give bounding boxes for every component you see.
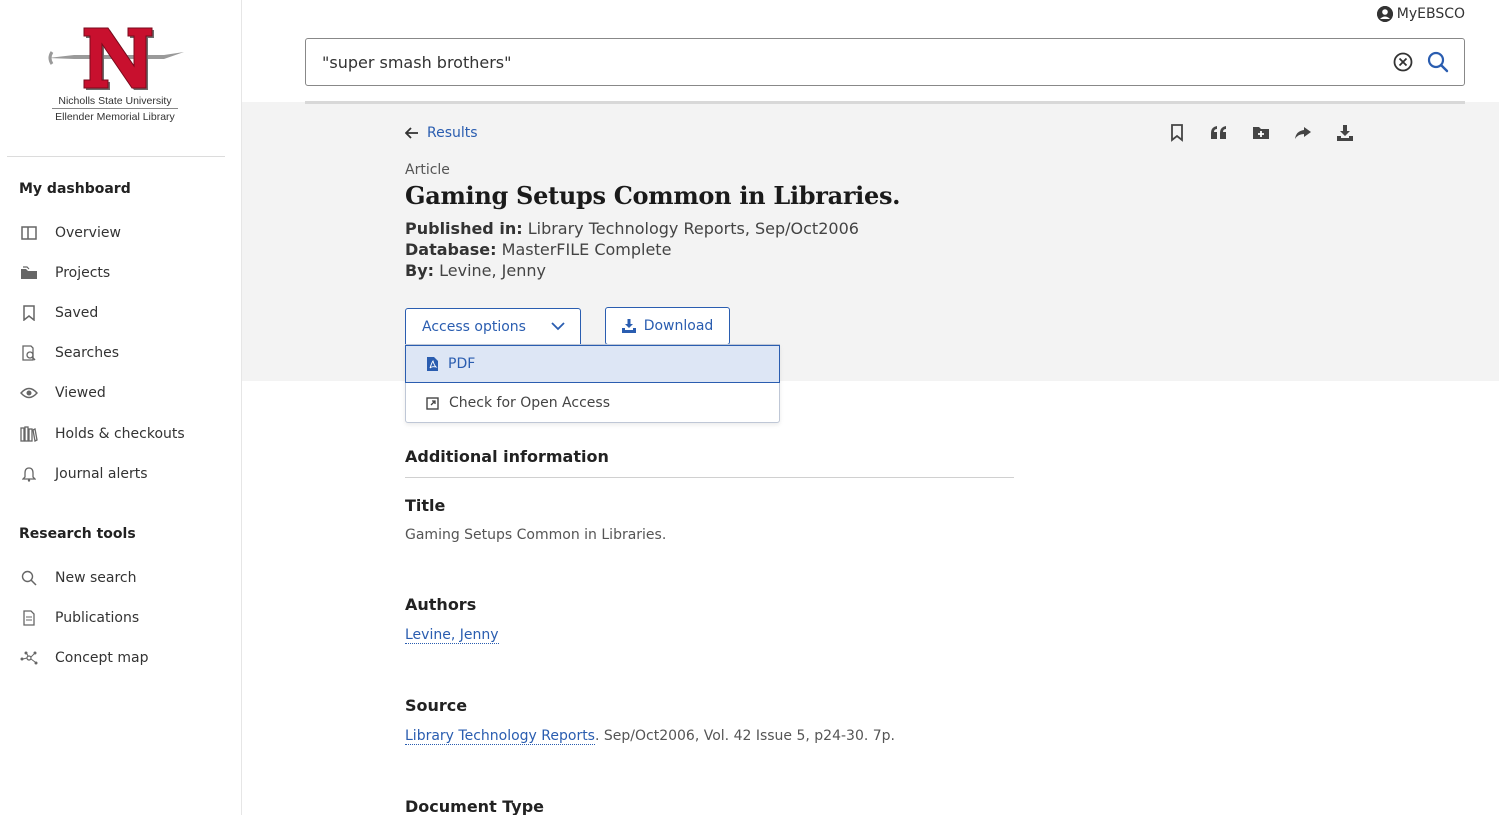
article-title: Gaming Setups Common in Libraries. — [405, 181, 901, 210]
concept-map-icon — [19, 649, 39, 667]
database-value: MasterFILE Complete — [501, 240, 672, 259]
myebsco-account-link[interactable]: MyEBSCO — [1376, 6, 1465, 22]
article-type: Article — [405, 162, 450, 178]
published-label: Published in: — [405, 219, 523, 238]
menu-item-label: PDF — [448, 356, 476, 372]
sidebar-item-label: Publications — [55, 610, 140, 626]
logo-university: Nicholls State University — [58, 95, 172, 107]
nicholls-n-logo-icon — [48, 27, 184, 90]
back-to-results-link[interactable]: Results — [405, 125, 478, 141]
title-field-value: Gaming Setups Common in Libraries. — [405, 527, 667, 543]
search-bar — [305, 38, 1465, 86]
by-value: Levine, Jenny — [439, 261, 546, 280]
menu-item-open-access[interactable]: Check for Open Access — [406, 384, 779, 422]
back-label: Results — [427, 125, 478, 141]
close-circle-icon — [1393, 52, 1413, 72]
download-icon — [1337, 125, 1353, 141]
sidebar-item-journal-alerts[interactable]: Journal alerts — [19, 459, 229, 489]
sidebar-item-saved[interactable]: Saved — [19, 298, 229, 328]
search-history-icon — [19, 344, 39, 362]
sidebar-item-searches[interactable]: Searches — [19, 338, 229, 368]
search-input[interactable] — [306, 40, 1392, 84]
by-line: By: Levine, Jenny — [405, 261, 546, 280]
source-field-label: Source — [405, 696, 468, 715]
save-bookmark-button[interactable] — [1166, 122, 1188, 144]
bookmark-icon — [1171, 124, 1183, 142]
access-options-button[interactable]: Access options — [405, 308, 581, 345]
authors-field-label: Authors — [405, 595, 477, 614]
arrow-left-icon — [405, 127, 418, 139]
title-field-label: Title — [405, 496, 446, 515]
bell-icon — [19, 465, 39, 483]
pdf-icon — [427, 357, 438, 371]
logo-rule — [52, 108, 178, 109]
quote-icon — [1211, 126, 1226, 139]
source-publication-link[interactable]: Library Technology Reports — [405, 728, 595, 745]
download-button[interactable]: Download — [605, 307, 730, 345]
access-options-menu: PDF Check for Open Access — [405, 344, 780, 423]
source-field-value: Library Technology Reports. Sep/Oct2006,… — [405, 728, 896, 745]
menu-item-pdf[interactable]: PDF — [405, 345, 780, 383]
published-value: Library Technology Reports, Sep/Oct2006 — [527, 219, 859, 238]
search-icon — [19, 569, 39, 587]
sidebar-item-label: New search — [55, 570, 137, 586]
sidebar-item-label: Concept map — [55, 650, 149, 666]
sidebar-item-viewed[interactable]: Viewed — [19, 378, 229, 408]
sidebar-item-label: Saved — [55, 305, 99, 321]
dashboard-heading: My dashboard — [19, 181, 131, 197]
database-label: Database: — [405, 240, 497, 259]
by-label: By: — [405, 261, 435, 280]
sidebar-item-label: Searches — [55, 345, 120, 361]
sidebar-item-label: Viewed — [55, 385, 106, 401]
sidebar-item-label: Holds & checkouts — [55, 426, 185, 442]
cite-button[interactable] — [1208, 122, 1230, 144]
menu-item-label: Check for Open Access — [449, 395, 610, 411]
add-to-project-button[interactable] — [1250, 122, 1272, 144]
clear-search-button[interactable] — [1392, 51, 1414, 73]
user-avatar-icon — [1376, 6, 1393, 22]
research-tools-heading: Research tools — [19, 526, 136, 542]
eye-icon — [19, 384, 39, 402]
sidebar-item-label: Projects — [55, 265, 111, 281]
external-link-icon — [426, 396, 439, 410]
sidebar-item-publications[interactable]: Publications — [19, 603, 229, 633]
sidebar-item-projects[interactable]: Projects — [19, 258, 229, 288]
author-link[interactable]: Levine, Jenny — [405, 627, 499, 644]
article-toolbar — [1166, 122, 1376, 144]
published-in-line: Published in: Library Technology Reports… — [405, 219, 859, 238]
access-options-label: Access options — [422, 318, 526, 335]
chevron-down-icon — [551, 322, 565, 331]
download-toolbar-button[interactable] — [1334, 122, 1356, 144]
share-button[interactable] — [1292, 122, 1314, 144]
additional-info-heading: Additional information — [405, 447, 609, 466]
band-top-border — [305, 101, 1465, 104]
overview-icon — [19, 224, 39, 242]
sidebar: Nicholls State University Ellender Memor… — [0, 0, 242, 815]
search-submit-button[interactable] — [1426, 50, 1450, 74]
folder-icon — [19, 264, 39, 282]
section-divider — [405, 477, 1014, 478]
books-icon — [19, 425, 39, 443]
sidebar-item-label: Journal alerts — [55, 466, 148, 482]
logo-library: Ellender Memorial Library — [55, 111, 175, 123]
sidebar-divider — [7, 156, 225, 157]
search-icon — [1427, 51, 1449, 73]
myebsco-label: MyEBSCO — [1396, 6, 1465, 22]
share-arrow-icon — [1295, 127, 1311, 139]
sidebar-item-concept-map[interactable]: Concept map — [19, 643, 229, 673]
document-type-field-label: Document Type — [405, 797, 545, 815]
database-line: Database: MasterFILE Complete — [405, 240, 671, 259]
sidebar-item-label: Overview — [55, 225, 121, 241]
sidebar-item-new-search[interactable]: New search — [19, 563, 229, 593]
source-details: . Sep/Oct2006, Vol. 42 Issue 5, p24-30. … — [594, 728, 896, 744]
authors-field-value: Levine, Jenny — [405, 627, 499, 644]
download-label: Download — [643, 318, 714, 334]
bookmark-icon — [19, 304, 39, 322]
sidebar-item-holds[interactable]: Holds & checkouts — [19, 419, 229, 449]
library-logo[interactable]: Nicholls State University Ellender Memor… — [44, 22, 186, 126]
sidebar-item-overview[interactable]: Overview — [19, 218, 229, 248]
document-icon — [19, 609, 39, 627]
download-icon — [621, 319, 636, 333]
folder-add-icon — [1253, 127, 1269, 139]
